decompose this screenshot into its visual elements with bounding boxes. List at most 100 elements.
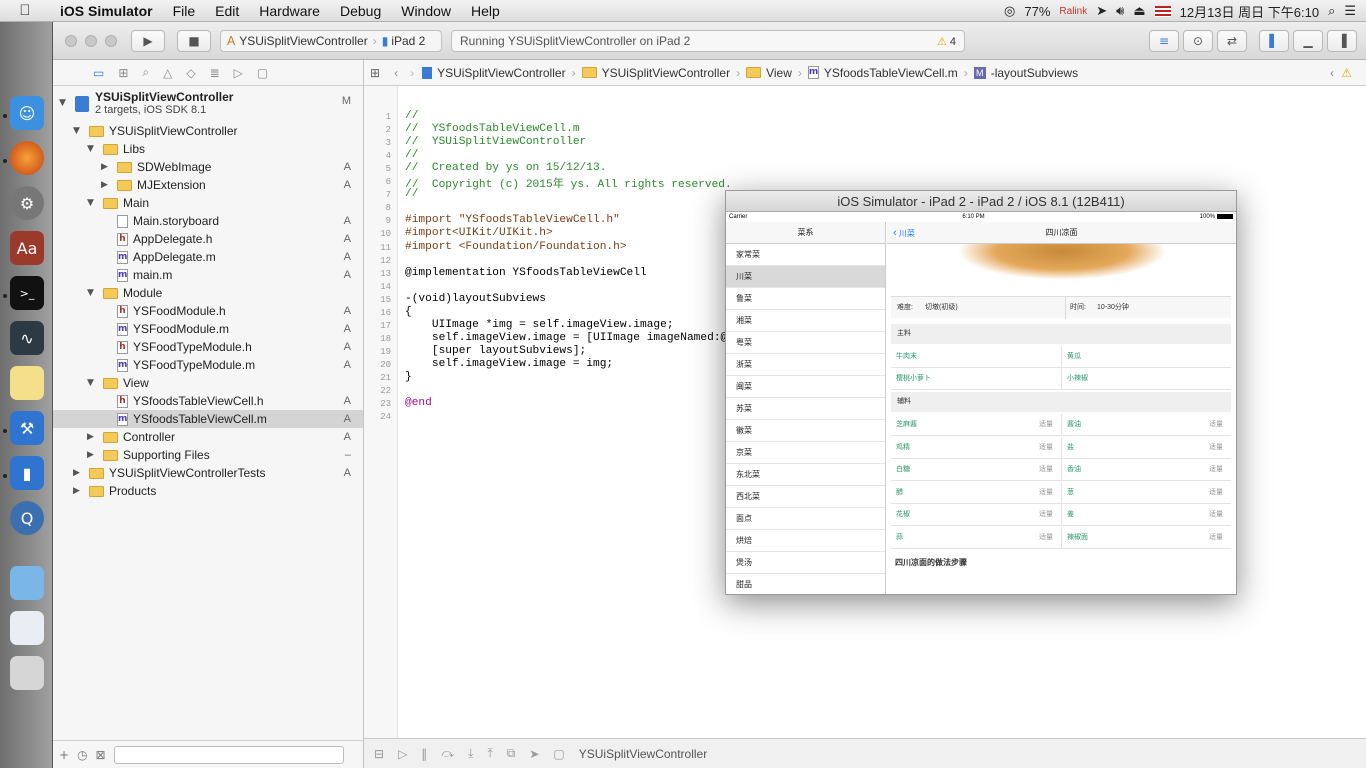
step-over-icon[interactable]: ⤼ xyxy=(441,746,454,761)
category-cell[interactable]: 闽菜 xyxy=(726,376,885,398)
category-cell[interactable]: 西北菜 xyxy=(726,486,885,508)
category-cell[interactable]: 家常菜 xyxy=(726,244,885,266)
category-cell[interactable]: 浙菜 xyxy=(726,354,885,376)
ingredient-cell[interactable]: 黄瓜 xyxy=(1061,346,1231,368)
code-line[interactable]: [super layoutSubviews]; xyxy=(405,345,586,357)
notification-center-icon[interactable]: ☰ xyxy=(1344,4,1356,19)
category-cell[interactable]: 湘菜 xyxy=(726,310,885,332)
project-root-row[interactable]: ▼ YSUiSplitViewController 2 targets, iOS… xyxy=(53,90,363,118)
toggle-utilities-button[interactable]: ▐ xyxy=(1327,30,1357,52)
recent-files-icon[interactable]: ◷ xyxy=(77,748,87,762)
flag-icon[interactable] xyxy=(1154,5,1171,17)
volume-icon[interactable]: 🔊︎ xyxy=(1116,4,1124,19)
disclosure-closed-icon[interactable]: ▶ xyxy=(101,162,108,172)
group-row[interactable]: ▶ MJExtension A xyxy=(53,176,363,194)
run-button[interactable]: ▶ xyxy=(131,30,165,52)
view-debugger-icon[interactable]: ⧉ xyxy=(507,746,516,761)
menu-hardware[interactable]: Hardware xyxy=(249,0,330,22)
category-cell[interactable]: 东北菜 xyxy=(726,464,885,486)
add-icon[interactable]: + xyxy=(59,748,69,762)
disclosure-open-icon[interactable]: ▼ xyxy=(87,198,94,208)
ingredient-cell[interactable]: 鸡精 适量 xyxy=(891,437,1061,459)
menu-app-name[interactable]: iOS Simulator xyxy=(50,0,163,22)
version-editor-button[interactable]: ⇄ xyxy=(1217,30,1247,52)
group-row[interactable]: ▶ SDWebImage A xyxy=(53,158,363,176)
jump-crumb-method[interactable]: -layoutSubviews xyxy=(991,66,1078,80)
category-cell[interactable]: 煲汤 xyxy=(726,552,885,574)
category-cell[interactable]: 川菜 xyxy=(726,266,885,288)
disclosure-open-icon[interactable]: ▼ xyxy=(87,288,94,298)
stop-button[interactable]: ■ xyxy=(177,30,211,52)
forward-arrow-icon[interactable]: › xyxy=(410,66,414,80)
menu-file[interactable]: File xyxy=(163,0,206,22)
category-cell[interactable]: 甜品 xyxy=(726,574,885,594)
disclosure-open-icon[interactable]: ▼ xyxy=(73,126,80,136)
hide-debug-area-icon[interactable]: ⊟ xyxy=(374,747,384,761)
group-row[interactable]: ▼ YSUiSplitViewController xyxy=(53,122,363,140)
finder-icon[interactable]: ☺ xyxy=(10,96,44,130)
dictionary-icon[interactable]: Aa xyxy=(10,231,44,265)
file-row[interactable]: Main.storyboard A xyxy=(53,212,363,230)
eject-icon[interactable]: ⏏ xyxy=(1133,4,1145,19)
code-line[interactable]: @end xyxy=(405,397,432,409)
code-line[interactable]: // xyxy=(405,188,418,200)
group-row[interactable]: ▶ Supporting Files – xyxy=(53,446,363,464)
send-icon[interactable]: ➤ xyxy=(1096,4,1107,19)
disclosure-closed-icon[interactable]: ▶ xyxy=(73,486,80,496)
network-name[interactable]: Ralink xyxy=(1059,6,1087,17)
disclosure-open-icon[interactable]: ▼ xyxy=(87,378,94,388)
toggle-debug-area-button[interactable]: ▁ xyxy=(1293,30,1323,52)
file-row[interactable]: h YSfoodsTableViewCell.h A xyxy=(53,392,363,410)
category-cell[interactable]: 面点 xyxy=(726,508,885,530)
system-preferences-icon[interactable]: ⚙ xyxy=(10,186,44,220)
menu-window[interactable]: Window xyxy=(391,0,461,22)
code-line[interactable]: @implementation YSfoodsTableViewCell xyxy=(405,267,647,279)
ingredient-cell[interactable]: 小辣椒 xyxy=(1061,368,1231,390)
minimize-window-button[interactable] xyxy=(85,35,97,47)
file-row[interactable]: h AppDelegate.h A xyxy=(53,230,363,248)
warning-indicator[interactable]: ⚠ 4 xyxy=(937,35,956,48)
activity-monitor-icon[interactable]: ∿ xyxy=(10,321,44,355)
debug-target-name[interactable]: YSUiSplitViewController xyxy=(579,747,708,761)
issue-prev-icon[interactable]: ‹ xyxy=(1330,66,1334,80)
code-line[interactable]: #import "YSfoodsTableViewCell.h" xyxy=(405,214,620,226)
code-line[interactable]: #import <Foundation/Foundation.h> xyxy=(405,241,627,253)
applications-folder-icon[interactable] xyxy=(10,566,44,600)
group-row[interactable]: ▶ YSUiSplitViewControllerTests A xyxy=(53,464,363,482)
jump-crumb-project[interactable]: YSUiSplitViewController xyxy=(437,66,566,80)
breakpoint-icon[interactable]: ▷ xyxy=(234,66,243,80)
debug-icon[interactable]: ≣ xyxy=(210,66,220,80)
group-row[interactable]: ▶ Products xyxy=(53,482,363,500)
location-icon[interactable]: ➤ xyxy=(529,747,539,761)
code-line[interactable]: UIImage *img = self.imageView.image; xyxy=(405,319,674,331)
category-cell[interactable]: 烘焙 xyxy=(726,530,885,552)
step-out-icon[interactable]: ⤒ xyxy=(487,746,492,761)
report-icon[interactable]: ▢ xyxy=(257,66,268,80)
category-cell[interactable]: 鲁菜 xyxy=(726,288,885,310)
ingredient-cell[interactable]: 香油 适量 xyxy=(1061,459,1231,481)
group-row[interactable]: ▼ Libs xyxy=(53,140,363,158)
ingredient-cell[interactable]: 醋 适量 xyxy=(891,482,1061,504)
group-row[interactable]: ▼ Main xyxy=(53,194,363,212)
xcode-icon[interactable]: ⚒ xyxy=(10,411,44,445)
code-line[interactable]: // YSUiSplitViewController xyxy=(405,136,586,148)
ingredient-cell[interactable]: 花椒 适量 xyxy=(891,504,1061,526)
test-icon[interactable]: ◇ xyxy=(186,66,195,80)
code-line[interactable]: // xyxy=(405,110,418,122)
ingredient-cell[interactable]: 盐 适量 xyxy=(1061,436,1231,459)
quicktime-icon[interactable]: Q xyxy=(10,501,44,535)
code-line[interactable]: // xyxy=(405,149,418,161)
code-line[interactable]: self.imageView.image = [UIImage imageNam… xyxy=(405,332,727,344)
ingredient-cell[interactable]: 樱桃小萝卜 xyxy=(891,368,1061,390)
file-row[interactable]: m YSFoodTypeModule.m A xyxy=(53,356,363,374)
ingredient-cell[interactable]: 牛肉末 xyxy=(891,346,1061,368)
category-cell[interactable]: 粤菜 xyxy=(726,332,885,354)
breakpoints-toggle-icon[interactable]: ▷ xyxy=(398,747,407,761)
battery-percent[interactable]: 77% xyxy=(1024,4,1050,19)
code-line[interactable]: // Copyright (c) 2015年 ys. All rights re… xyxy=(405,175,732,191)
code-line[interactable]: self.imageView.image = img; xyxy=(405,358,613,370)
folder-icon[interactable]: ▭ xyxy=(93,66,104,80)
menu-help[interactable]: Help xyxy=(461,0,510,22)
scheme-selector[interactable]: A YSUiSplitViewController › ▮ iPad 2 xyxy=(220,30,442,52)
code-line[interactable]: // Created by ys on 15/12/13. xyxy=(405,162,606,174)
